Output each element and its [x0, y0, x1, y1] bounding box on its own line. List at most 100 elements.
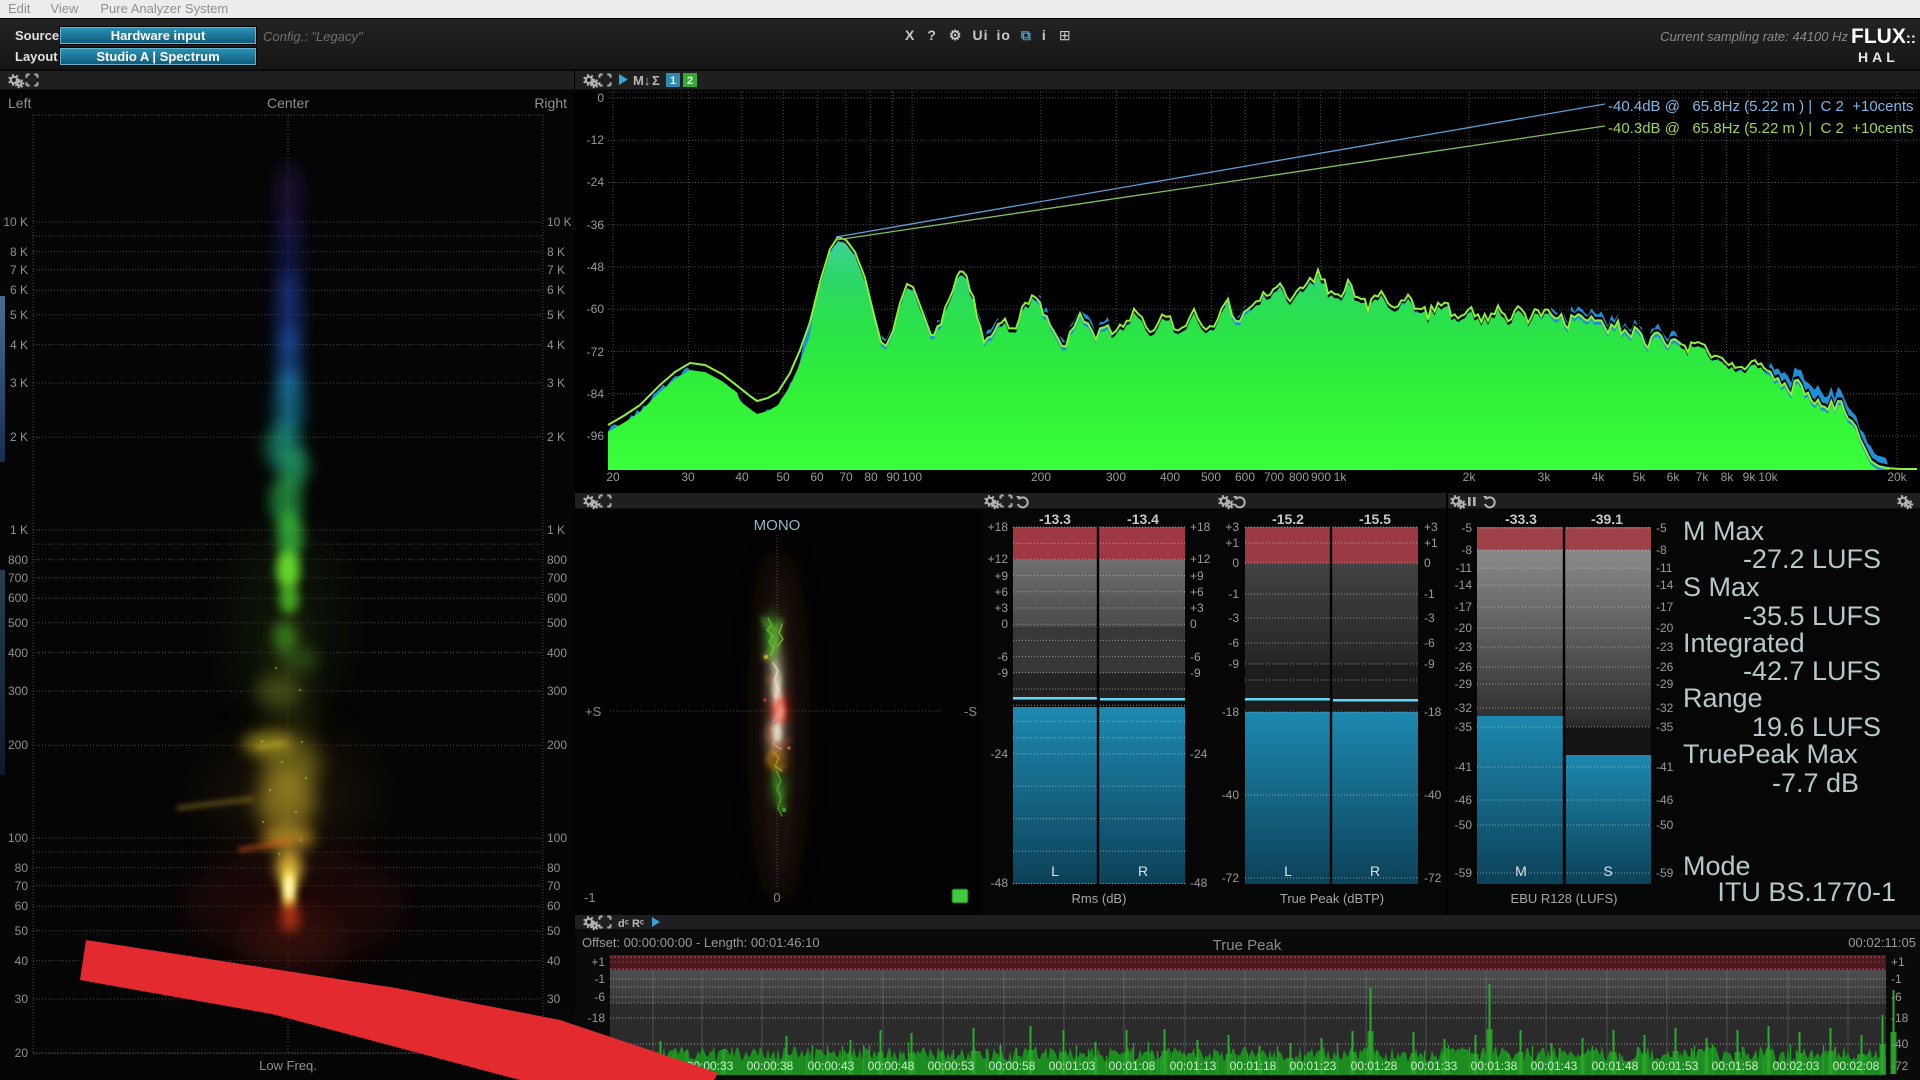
svg-text:Integrated: Integrated	[1683, 628, 1805, 658]
svg-text:90: 90	[886, 470, 900, 484]
svg-text:00:01:38: 00:01:38	[1471, 1059, 1518, 1073]
svg-text:400: 400	[8, 646, 28, 660]
svg-text:00:01:03: 00:01:03	[1049, 1059, 1096, 1073]
svg-text:-14: -14	[1455, 578, 1473, 592]
svg-text:200: 200	[547, 738, 567, 752]
svg-text:+1: +1	[1424, 536, 1438, 550]
svg-text:0: 0	[1001, 617, 1008, 631]
svg-text:0: 0	[1232, 556, 1239, 570]
svg-text:1 K: 1 K	[547, 523, 565, 537]
svg-text:70: 70	[547, 879, 561, 893]
svg-text:L: L	[1051, 863, 1059, 879]
svg-text:-23: -23	[1656, 640, 1674, 654]
svg-text:600: 600	[547, 591, 567, 605]
svg-text:+6: +6	[1190, 585, 1204, 599]
svg-text:10k: 10k	[1758, 470, 1778, 484]
svg-text:S Max: S Max	[1683, 572, 1760, 602]
svg-text:-84: -84	[587, 387, 605, 401]
svg-text:-72: -72	[1424, 871, 1442, 885]
svg-text:Left: Left	[8, 95, 31, 111]
svg-text:00:01:18: 00:01:18	[1230, 1059, 1277, 1073]
svg-text:200: 200	[1031, 470, 1051, 484]
svg-text:+1: +1	[1891, 955, 1905, 969]
svg-text:+3: +3	[1190, 601, 1204, 615]
svg-text:-3: -3	[1228, 611, 1239, 625]
svg-text:80: 80	[547, 861, 561, 875]
svg-text:-6: -6	[1424, 636, 1435, 650]
svg-text:-72: -72	[587, 345, 605, 359]
svg-text:-20: -20	[1455, 621, 1473, 635]
svg-text:-32: -32	[1455, 701, 1473, 715]
svg-text:ITU BS.1770-1: ITU BS.1770-1	[1717, 877, 1896, 907]
svg-text:-33.3: -33.3	[1505, 511, 1537, 527]
svg-text:-1: -1	[1228, 587, 1239, 601]
svg-text:-35: -35	[1455, 720, 1473, 734]
svg-text:+1: +1	[591, 955, 605, 969]
svg-text:7k: 7k	[1696, 470, 1710, 484]
svg-text:dᶜ Rᶜ: dᶜ Rᶜ	[618, 918, 644, 930]
svg-text:9k: 9k	[1743, 470, 1757, 484]
svg-text:6 K: 6 K	[10, 283, 28, 297]
svg-text:Range: Range	[1683, 683, 1763, 713]
svg-text:00:00:33: 00:00:33	[687, 1059, 734, 1073]
svg-text:-9: -9	[997, 666, 1008, 680]
svg-text:-1: -1	[594, 972, 605, 986]
svg-text:-35: -35	[1656, 720, 1674, 734]
svg-text:-17: -17	[1455, 600, 1473, 614]
svg-text:8 K: 8 K	[547, 245, 565, 259]
svg-text:60: 60	[15, 899, 29, 913]
svg-text:00:00:53: 00:00:53	[928, 1059, 975, 1073]
svg-text:3 K: 3 K	[547, 376, 565, 390]
svg-text:+12: +12	[988, 552, 1009, 566]
svg-text:4 K: 4 K	[10, 338, 28, 352]
svg-text:-17: -17	[1656, 600, 1674, 614]
svg-text:60: 60	[810, 470, 824, 484]
svg-text:00:01:58: 00:01:58	[1712, 1059, 1759, 1073]
svg-text:800: 800	[547, 553, 567, 567]
svg-text:Right: Right	[534, 95, 567, 111]
svg-text:800: 800	[1289, 470, 1309, 484]
svg-text:10 K: 10 K	[547, 215, 572, 229]
svg-text:-36: -36	[587, 218, 605, 232]
svg-text:2: 2	[687, 75, 693, 87]
svg-text:-23: -23	[1455, 640, 1473, 654]
svg-text:+3: +3	[1424, 520, 1438, 534]
svg-text:-50: -50	[1656, 818, 1674, 832]
svg-text:-12: -12	[587, 133, 605, 147]
svg-text:-27.2 LUFS: -27.2 LUFS	[1743, 544, 1881, 574]
svg-text:-20: -20	[1656, 621, 1674, 635]
svg-text:500: 500	[1201, 470, 1221, 484]
svg-text:5 K: 5 K	[547, 308, 565, 322]
svg-text:MONO: MONO	[754, 517, 801, 534]
svg-text:Low Freq.: Low Freq.	[259, 1058, 317, 1073]
svg-text:70: 70	[15, 879, 29, 893]
svg-text:-59: -59	[1455, 866, 1473, 880]
svg-text:-59: -59	[1656, 866, 1674, 880]
svg-text:M Max: M Max	[1683, 516, 1765, 546]
svg-text:-42.7 LUFS: -42.7 LUFS	[1743, 656, 1881, 686]
svg-text:20k: 20k	[1887, 470, 1907, 484]
svg-text:100: 100	[547, 831, 567, 845]
svg-text:-29: -29	[1656, 677, 1674, 691]
svg-text:00:00:43: 00:00:43	[808, 1059, 855, 1073]
svg-text:+18: +18	[988, 520, 1009, 534]
svg-text:00:01:23: 00:01:23	[1290, 1059, 1337, 1073]
svg-text:20: 20	[606, 470, 620, 484]
svg-text:+1: +1	[1225, 536, 1239, 550]
svg-text:-11: -11	[1656, 561, 1673, 575]
svg-text:2k: 2k	[1463, 470, 1477, 484]
svg-text:S: S	[1603, 863, 1612, 879]
svg-text:-24: -24	[587, 175, 605, 189]
svg-text:-41: -41	[1656, 760, 1674, 774]
svg-text:00:01:28: 00:01:28	[1351, 1059, 1398, 1073]
svg-text:-8: -8	[1656, 543, 1667, 557]
svg-text:600: 600	[1235, 470, 1255, 484]
svg-text:700: 700	[547, 571, 567, 585]
svg-text:-41: -41	[1455, 760, 1473, 774]
svg-text:100: 100	[8, 831, 28, 845]
svg-text:-13.4: -13.4	[1127, 511, 1159, 527]
svg-text:R: R	[1138, 863, 1148, 879]
svg-text:200: 200	[8, 738, 28, 752]
svg-text:700: 700	[1264, 470, 1284, 484]
svg-text:40: 40	[735, 470, 749, 484]
